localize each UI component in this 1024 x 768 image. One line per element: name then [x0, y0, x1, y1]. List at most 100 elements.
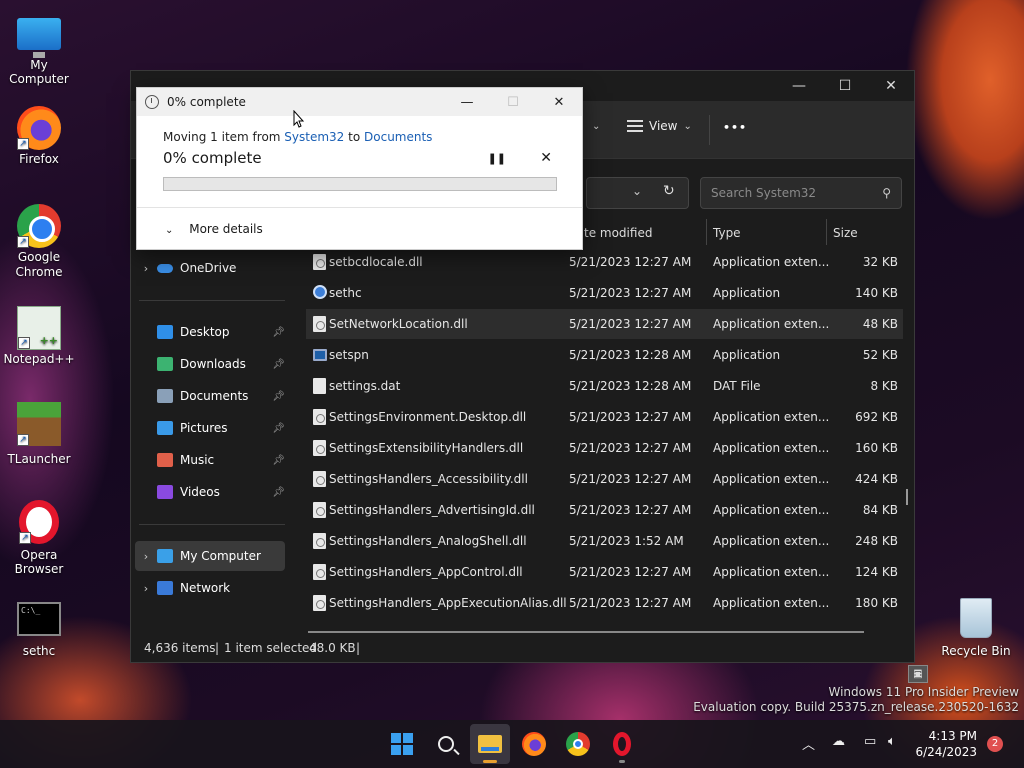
- file-row[interactable]: SettingsExtensibilityHandlers.dll 5/21/20…: [306, 433, 903, 463]
- file-name: SettingsExtensibilityHandlers.dll: [329, 441, 524, 455]
- nav-item-onedrive[interactable]: › OneDrive: [135, 253, 285, 283]
- minimize-button[interactable]: —: [776, 71, 822, 101]
- view-button[interactable]: View ⌄: [627, 119, 692, 133]
- nav-item-music[interactable]: Music 📌︎: [135, 445, 285, 475]
- desktop-icon-label: My Computer: [9, 58, 69, 86]
- nav-item-my-computer[interactable]: › My Computer: [135, 541, 285, 571]
- column-header-size[interactable]: Size: [833, 226, 858, 240]
- maximize-button[interactable]: ☐: [822, 71, 868, 101]
- file-row[interactable]: SettingsHandlers_Accessibility.dll 5/21/2…: [306, 464, 903, 494]
- file-row[interactable]: SettingsHandlers_AppExecutionAlias.dll 5/…: [306, 588, 903, 618]
- onedrive-icon: [157, 263, 173, 273]
- taskbar-opera[interactable]: [602, 724, 642, 764]
- file-row[interactable]: setbcdlocale.dll 5/21/2023 12:27 AM Applic…: [306, 247, 903, 277]
- taskbar-file-explorer[interactable]: [470, 724, 510, 764]
- videos-folder-icon: [157, 485, 173, 499]
- file-type: Application exten...: [713, 503, 830, 517]
- show-hidden-icons-chevron-icon[interactable]: ︿: [802, 734, 815, 753]
- more-details-label: More details: [189, 222, 263, 236]
- refresh-icon[interactable]: ↻: [663, 183, 675, 199]
- dll-file-icon: [313, 254, 326, 270]
- sort-chevron-icon[interactable]: ⌄: [592, 121, 600, 132]
- cancel-button[interactable]: ✕: [540, 150, 552, 166]
- notepad-plus-plus-icon: ↗: [17, 306, 61, 350]
- column-divider[interactable]: [706, 219, 707, 245]
- file-row[interactable]: sethc 5/21/2023 12:27 AM Application 140 KB: [306, 278, 903, 308]
- file-type: Application: [713, 286, 781, 300]
- horizontal-scrollbar[interactable]: [308, 631, 864, 633]
- notification-badge[interactable]: 2: [987, 736, 1003, 752]
- file-name: SettingsEnvironment.Desktop.dll: [329, 410, 527, 424]
- minimize-button[interactable]: —: [444, 88, 490, 116]
- shortcut-arrow-icon: ↗: [19, 532, 31, 544]
- nav-item-documents[interactable]: Documents 📌︎: [135, 381, 285, 411]
- windows-logo-icon: [391, 733, 413, 755]
- close-button[interactable]: ✕: [536, 88, 582, 116]
- file-name: SetNetworkLocation.dll: [329, 317, 468, 331]
- pause-button[interactable]: ❚❚: [488, 152, 506, 165]
- file-row[interactable]: setspn 5/21/2023 12:28 AM Application 52 KB: [306, 340, 903, 370]
- desktop-icon-tlauncher[interactable]: ↗ TLauncher: [0, 402, 78, 466]
- address-bar[interactable]: ⌄ ↻: [586, 177, 689, 209]
- onedrive-tray-icon[interactable]: ☁: [832, 734, 845, 749]
- nav-item-downloads[interactable]: Downloads 📌︎: [135, 349, 285, 379]
- volume-icon[interactable]: 🔈︎: [888, 734, 896, 749]
- pin-icon[interactable]: 📌︎: [272, 455, 285, 466]
- nav-item-network[interactable]: › Network: [135, 573, 285, 603]
- clock-date-button[interactable]: 4:13 PM 6/24/2023: [915, 728, 977, 760]
- pictures-folder-icon: [157, 421, 173, 435]
- taskbar-search-button[interactable]: [426, 724, 466, 764]
- desktop-icon-notepad-plus-plus[interactable]: ↗ Notepad++: [0, 306, 78, 366]
- toolbar-separator: [709, 115, 710, 145]
- pin-icon[interactable]: 📌︎: [272, 391, 285, 402]
- taskbar-firefox[interactable]: [514, 724, 554, 764]
- desktop-icon-chrome[interactable]: ↗ Google Chrome: [0, 204, 78, 280]
- chevron-right-icon[interactable]: ›: [135, 582, 157, 595]
- desktop-icon-my-computer[interactable]: My Computer: [0, 10, 78, 86]
- nav-item-label: Music: [180, 453, 215, 467]
- application-icon: [313, 349, 327, 361]
- desktop-icon-opera[interactable]: ↗ Opera Browser: [0, 500, 78, 576]
- file-row[interactable]: SetNetworkLocation.dll 5/21/2023 12:27 AM…: [306, 309, 903, 339]
- file-size: 84 KB: [862, 503, 898, 517]
- file-row[interactable]: SettingsHandlers_AppControl.dll 5/21/2023…: [306, 557, 903, 587]
- network-tray-icon[interactable]: ▭: [864, 734, 876, 749]
- file-row[interactable]: SettingsHandlers_AdvertisingId.dll 5/21/2…: [306, 495, 903, 525]
- pin-icon[interactable]: 📌︎: [272, 487, 285, 498]
- file-row[interactable]: SettingsHandlers_AnalogShell.dll 5/21/202…: [306, 526, 903, 556]
- taskbar-chrome[interactable]: [558, 724, 598, 764]
- close-button[interactable]: ✕: [868, 71, 914, 101]
- chevron-right-icon[interactable]: ›: [135, 550, 157, 563]
- dialog-title-bar[interactable]: 0% complete — ☐ ✕: [137, 88, 582, 116]
- file-row[interactable]: settings.dat 5/21/2023 12:28 AM DAT File 8 …: [306, 371, 903, 401]
- start-button[interactable]: [382, 724, 422, 764]
- nav-item-pictures[interactable]: Pictures 📌︎: [135, 413, 285, 443]
- tiles-view-button[interactable]: ▣: [908, 665, 928, 683]
- column-header-type[interactable]: Type: [713, 226, 741, 240]
- desktop-icon-sethc[interactable]: C:\_ sethc: [0, 596, 78, 658]
- dll-file-icon: [313, 440, 326, 456]
- search-icon: [438, 736, 454, 752]
- vertical-scrollbar[interactable]: [906, 489, 908, 505]
- nav-item-desktop[interactable]: Desktop 📌︎: [135, 317, 285, 347]
- pin-icon[interactable]: 📌︎: [272, 327, 285, 338]
- dll-file-icon: [313, 471, 326, 487]
- chevron-right-icon[interactable]: ›: [135, 262, 157, 275]
- file-row[interactable]: SettingsEnvironment.Desktop.dll 5/21/2023…: [306, 402, 903, 432]
- column-divider[interactable]: [826, 219, 827, 245]
- column-header-date-modified[interactable]: te modified: [584, 226, 652, 240]
- file-size: 52 KB: [862, 348, 898, 362]
- more-options-button[interactable]: •••: [723, 121, 747, 134]
- nav-item-videos[interactable]: Videos 📌︎: [135, 477, 285, 507]
- pin-icon[interactable]: 📌︎: [272, 423, 285, 434]
- pin-icon[interactable]: 📌︎: [272, 359, 285, 370]
- desktop-icon-firefox[interactable]: ↗ Firefox: [0, 106, 78, 166]
- more-details-toggle[interactable]: ⌄ More details: [137, 207, 582, 236]
- desktop-icon-recycle-bin[interactable]: Recycle Bin: [936, 598, 1016, 658]
- network-icon: [157, 581, 173, 595]
- source-folder-link[interactable]: System32: [284, 130, 344, 144]
- address-history-chevron-icon[interactable]: ⌄: [632, 184, 642, 198]
- watermark-edition: Windows 11 Pro Insider Preview: [828, 685, 1019, 699]
- search-input[interactable]: Search System32 ⚲: [700, 177, 902, 209]
- destination-folder-link[interactable]: Documents: [364, 130, 432, 144]
